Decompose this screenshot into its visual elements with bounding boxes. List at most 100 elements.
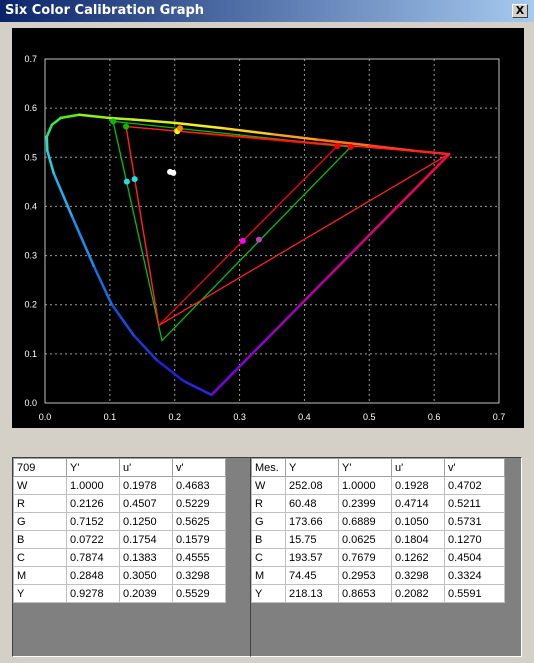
table-cell: 0.2082	[391, 584, 445, 603]
table-cell: 60.48	[285, 494, 339, 513]
table-row: C 0.7874 0.1383 0.4555	[13, 548, 226, 567]
measured-table: Mes. Y Y' u' v' W 252.08 1.0000 0.1928 0.4702 R 60.…	[251, 458, 505, 603]
close-button[interactable]: X	[512, 4, 528, 18]
purple-line-segment	[388, 183, 421, 216]
table-cell: 0.2126	[66, 494, 120, 513]
spectral-locus-segment	[45, 135, 49, 153]
table-cell: 0.1050	[391, 512, 445, 531]
table-cell: 74.45	[285, 566, 339, 585]
table-cell: W	[251, 476, 286, 495]
x-tick-label: 0.5	[363, 412, 376, 422]
purple-line-segment	[270, 303, 302, 336]
table-cell: M	[13, 566, 67, 585]
table-cell: G	[13, 512, 67, 531]
target-table-panel: 709 Y' u' v' W 1.0000 0.1978 0.4683 R 0.2126 0.450…	[12, 457, 254, 657]
table-cell: 0.0722	[66, 530, 120, 549]
chromaticity-graph: 0.0 0.1 0.2 0.3 0.4 0.5 0.6 0.7 0.0 0.1 0.2 0.3 0.4 0…	[12, 28, 524, 428]
table-row: Y 218.13 0.8653 0.2082 0.5591	[251, 584, 505, 603]
table-cell: 252.08	[285, 476, 339, 495]
column-header: Mes.	[251, 458, 286, 477]
purple-line-segment	[299, 273, 332, 306]
table-row: G 0.7152 0.1250 0.5625	[13, 512, 226, 531]
spectral-locus-segment	[59, 113, 81, 120]
table-cell: 0.1978	[119, 476, 173, 495]
table-row: B 15.75 0.0625 0.1804 0.1270	[251, 530, 505, 549]
data-point	[239, 237, 246, 244]
spectral-locus-segment	[222, 127, 274, 136]
data-point	[177, 125, 184, 132]
table-row: C 193.57 0.7679 0.1262 0.4504	[251, 548, 505, 567]
column-header: Y'	[66, 458, 120, 477]
plot-frame	[44, 58, 500, 404]
column-header: Y	[285, 458, 339, 477]
chart-svg: 0.0 0.1 0.2 0.3 0.4 0.5 0.6 0.7 0.0 0.1 0.2 0.3 0.4 0…	[24, 54, 505, 422]
table-cell: 0.4555	[172, 548, 226, 567]
gamut-triangle	[125, 125, 339, 327]
table-cell: 0.0625	[338, 530, 392, 549]
table-cell: M	[251, 566, 286, 585]
table-row: W 252.08 1.0000 0.1928 0.4702	[251, 476, 505, 495]
table-cell: 0.5529	[172, 584, 226, 603]
table-cell: 0.2399	[338, 494, 392, 513]
spectral-locus-segment	[46, 149, 55, 175]
table-cell: 173.66	[285, 512, 339, 531]
table-cell: 0.3324	[444, 566, 505, 585]
column-header: u'	[391, 458, 445, 477]
x-tick-label: 0.1	[104, 412, 117, 422]
target-table: 709 Y' u' v' W 1.0000 0.1978 0.4683 R 0.2126 0.450…	[13, 458, 226, 603]
table-cell: 0.2039	[119, 584, 173, 603]
purple-line-segment	[210, 363, 243, 396]
table-cell: 0.1579	[172, 530, 226, 549]
table-cell: 0.7152	[66, 512, 120, 531]
data-point	[347, 143, 354, 150]
spectral-locus-segment	[70, 214, 95, 267]
column-header: 709	[13, 458, 67, 477]
table-row: W 1.0000 0.1978 0.4683	[13, 476, 226, 495]
x-tick-label: 0.2	[168, 412, 181, 422]
data-point	[123, 178, 130, 185]
table-cell: 0.6889	[338, 512, 392, 531]
header-row: Mes. Y Y' u' v'	[251, 458, 505, 477]
y-tick-label: 0.0	[24, 398, 37, 408]
purple-line-segment	[359, 213, 391, 246]
table-cell: 0.4714	[391, 494, 445, 513]
data-point	[123, 123, 130, 130]
title-bar: Six Color Calibration Graph X	[0, 0, 534, 22]
data-point	[131, 176, 138, 183]
close-icon: X	[515, 4, 525, 17]
table-cell: R	[13, 494, 67, 513]
table-cell: 0.1262	[391, 548, 445, 567]
table-cell: 218.13	[285, 584, 339, 603]
table-cell: 0.3050	[119, 566, 173, 585]
data-point	[334, 143, 341, 150]
spectral-locus-segment	[77, 113, 110, 120]
table-cell: 0.1804	[391, 530, 445, 549]
table-cell: 0.2848	[66, 566, 120, 585]
table-row: Y 0.9278 0.2039 0.5529	[13, 584, 226, 603]
table-row: R 60.48 0.2399 0.4714 0.5211	[251, 494, 505, 513]
spectral-locus-segment	[50, 116, 63, 127]
window-title: Six Color Calibration Graph	[5, 3, 205, 18]
x-tick-label: 0.4	[298, 412, 311, 422]
measured-table-panel: Mes. Y Y' u' v' W 252.08 1.0000 0.1928 0.4702 R 60.…	[250, 457, 522, 657]
table-cell: 0.2953	[338, 566, 392, 585]
table-cell: 0.1383	[119, 548, 173, 567]
spectral-locus-segment	[182, 379, 213, 397]
table-cell: 0.1928	[391, 476, 445, 495]
table-cell: C	[13, 548, 67, 567]
column-header: u'	[119, 458, 173, 477]
table-cell: 0.4507	[119, 494, 173, 513]
table-cell: Y	[251, 584, 286, 603]
table-cell: 15.75	[285, 530, 339, 549]
table-cell: B	[13, 530, 67, 549]
table-row: B 0.0722 0.1754 0.1579	[13, 530, 226, 549]
spectral-locus-segment	[131, 118, 176, 125]
y-tick-label: 0.7	[24, 54, 37, 64]
table-cell: R	[251, 494, 286, 513]
y-tick-label: 0.1	[24, 349, 37, 359]
table-cell: 0.7874	[66, 548, 120, 567]
table-cell: 0.5591	[444, 584, 505, 603]
gamut-triangle	[112, 120, 353, 342]
purple-line-segment	[329, 243, 362, 276]
x-tick-label: 0.0	[39, 412, 52, 422]
